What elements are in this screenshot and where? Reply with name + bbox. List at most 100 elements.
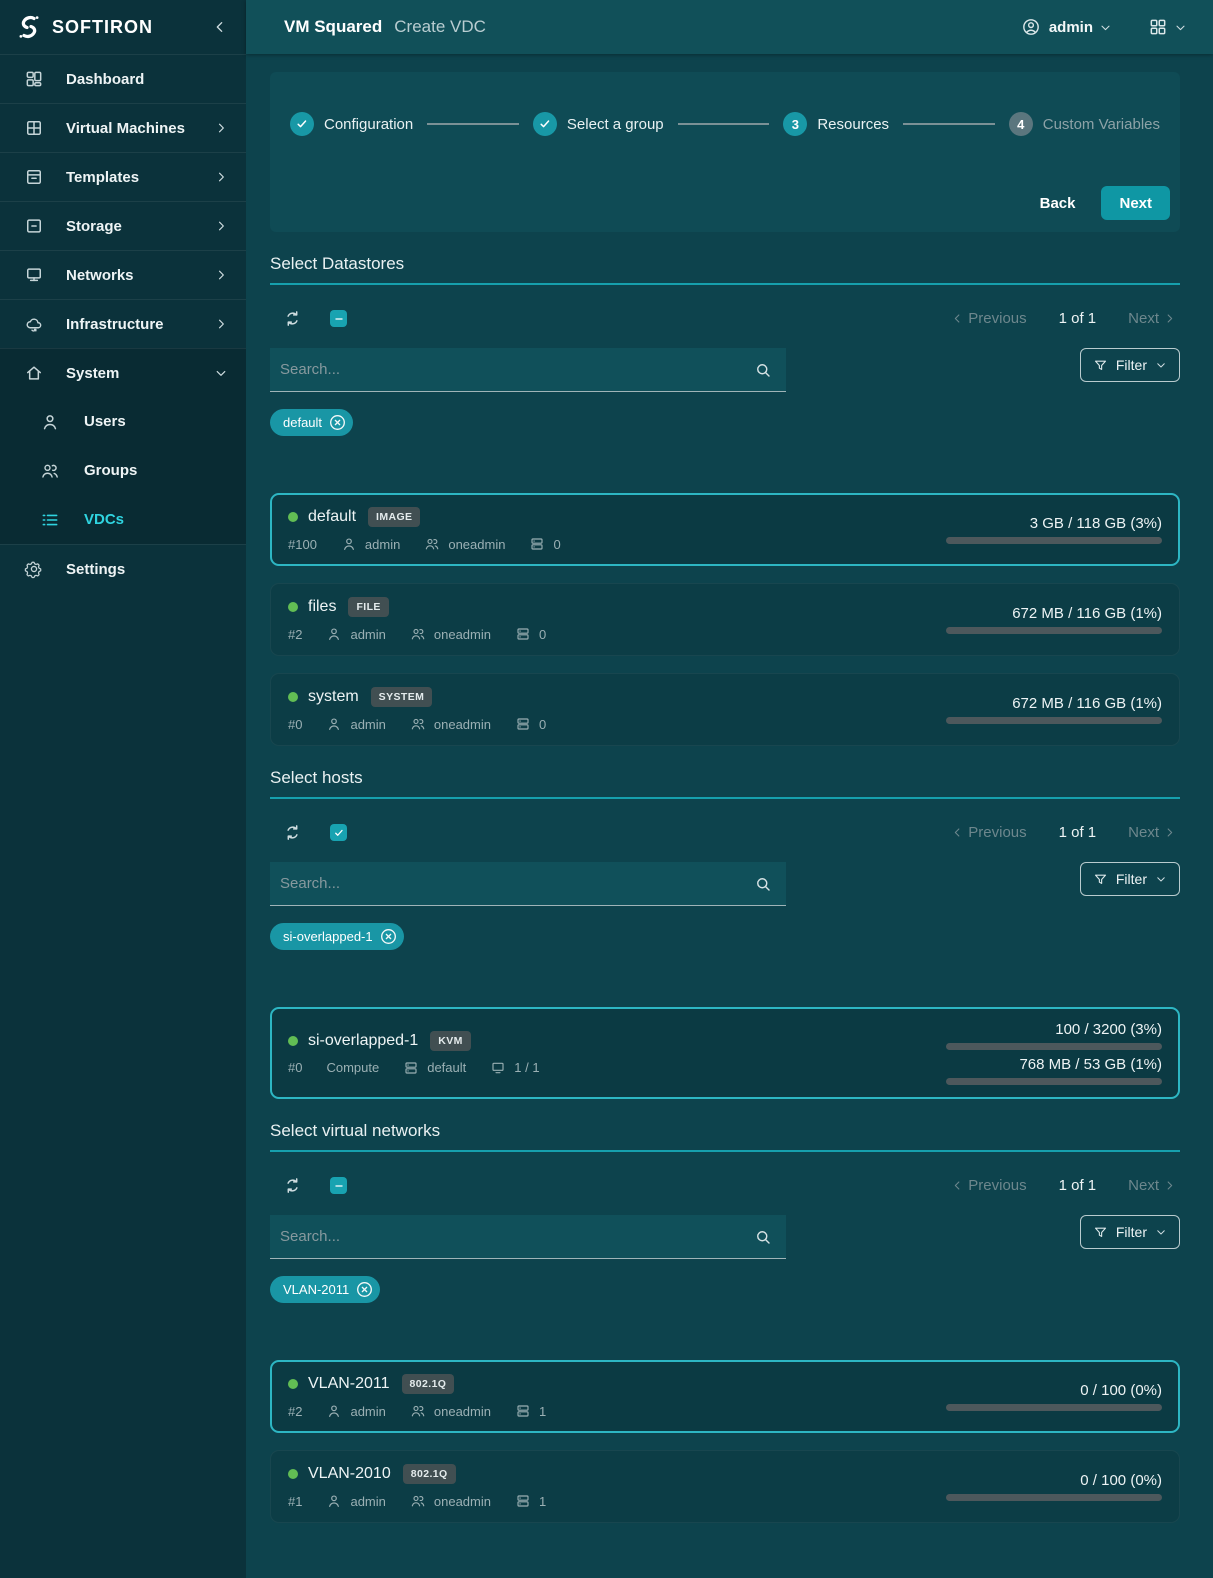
sidebar-item-infrastructure[interactable]: Infrastructure — [0, 299, 246, 348]
sidebar-system-group: System Users Groups VDCs — [0, 348, 246, 544]
page-indicator: 1 of 1 — [1059, 310, 1097, 327]
next-page-button[interactable]: Next — [1124, 1177, 1176, 1194]
step-label: Configuration — [324, 116, 413, 133]
server-icon — [529, 536, 545, 552]
sidebar-item-networks[interactable]: Networks — [0, 250, 246, 299]
owner-group: oneadmin — [448, 537, 505, 552]
previous-page-button[interactable]: Previous — [951, 824, 1030, 841]
select-all-checkbox[interactable] — [330, 1177, 347, 1194]
search-input[interactable] — [280, 361, 754, 378]
step-number: 3 — [783, 112, 807, 136]
refresh-icon[interactable] — [283, 1176, 302, 1195]
table-row[interactable]: VLAN-2011 802.1Q #2 admin oneadmin 1 — [270, 1360, 1180, 1433]
previous-page-button[interactable]: Previous — [951, 1177, 1030, 1194]
type-badge: SYSTEM — [371, 687, 433, 707]
close-icon[interactable] — [379, 927, 398, 946]
search-input[interactable] — [280, 1228, 754, 1245]
virtual-machines-icon — [24, 118, 44, 138]
user-icon — [326, 1403, 342, 1419]
search-icon[interactable] — [754, 875, 772, 893]
filter-button[interactable]: Filter — [1080, 348, 1180, 382]
table-row[interactable]: system SYSTEM #0 admin oneadmin 0 — [270, 673, 1180, 746]
sidebar-item-label: System — [66, 365, 119, 382]
chevron-down-icon — [1155, 359, 1167, 371]
sidebar-item-templates[interactable]: Templates — [0, 152, 246, 201]
section-title: Select hosts — [270, 768, 1180, 799]
sidebar-item-users[interactable]: Users — [0, 397, 246, 446]
table-row[interactable]: VLAN-2010 802.1Q #1 admin oneadmin 1 — [270, 1450, 1180, 1523]
owner-group: oneadmin — [434, 1494, 491, 1509]
memory-usage: 768 MB / 53 GB (1%) — [946, 1056, 1162, 1085]
search-icon[interactable] — [754, 361, 772, 379]
table-row[interactable]: si-overlapped-1 KVM #0 Compute default 1… — [270, 1007, 1180, 1099]
owner-group: oneadmin — [434, 717, 491, 732]
filter-chip[interactable]: VLAN-2011 — [270, 1276, 380, 1303]
resource-id: #2 — [288, 1404, 302, 1419]
refresh-icon[interactable] — [283, 823, 302, 842]
chevron-right-icon — [214, 121, 228, 135]
next-button[interactable]: Next — [1101, 186, 1170, 220]
step-done-icon — [290, 112, 314, 136]
section-hosts: Select hosts Previous 1 of 1 Next — [270, 768, 1180, 1099]
wizard-actions: Back Next — [1026, 186, 1170, 220]
search-input[interactable] — [280, 875, 754, 892]
step-configuration: Configuration — [290, 112, 413, 136]
sidebar-item-system[interactable]: System — [0, 348, 246, 397]
sidebar-item-dashboard[interactable]: Dashboard — [0, 54, 246, 103]
sidebar-item-virtual-machines[interactable]: Virtual Machines — [0, 103, 246, 152]
refresh-icon[interactable] — [283, 309, 302, 328]
datastore-name: system — [308, 688, 359, 706]
progress-bar — [946, 1494, 1162, 1501]
search-icon[interactable] — [754, 1228, 772, 1246]
sidebar-item-settings[interactable]: Settings — [0, 544, 246, 593]
filter-chip[interactable]: default — [270, 409, 353, 436]
apps-menu[interactable] — [1148, 17, 1187, 37]
step-connector — [427, 123, 519, 125]
user-menu[interactable]: admin — [1021, 17, 1112, 37]
next-page-button[interactable]: Next — [1124, 310, 1176, 327]
page-title: Create VDC — [394, 17, 486, 37]
chip-label: VLAN-2011 — [283, 1282, 349, 1297]
select-all-checkbox[interactable] — [330, 310, 347, 327]
datastores-chips: default — [270, 409, 1180, 436]
chevron-left-icon — [951, 1179, 964, 1192]
type-badge: FILE — [348, 597, 388, 617]
filter-chip[interactable]: si-overlapped-1 — [270, 923, 404, 950]
filter-button[interactable]: Filter — [1080, 862, 1180, 896]
next-page-button[interactable]: Next — [1124, 824, 1176, 841]
used-leases: 1 — [539, 1494, 546, 1509]
list-icon — [40, 510, 60, 530]
owner-group: oneadmin — [434, 627, 491, 642]
used-leases: 1 — [539, 1404, 546, 1419]
owner-user: admin — [350, 1404, 385, 1419]
owner-user: admin — [350, 1494, 385, 1509]
dashboard-icon — [24, 69, 44, 89]
sidebar-item-groups[interactable]: Groups — [0, 446, 246, 495]
sidebar-item-label: Settings — [66, 561, 125, 578]
table-row[interactable]: files FILE #2 admin oneadmin 0 — [270, 583, 1180, 656]
sidebar-item-vdcs[interactable]: VDCs — [0, 495, 246, 544]
select-all-checkbox[interactable] — [330, 824, 347, 841]
user-name: admin — [1049, 19, 1093, 36]
filter-button[interactable]: Filter — [1080, 1215, 1180, 1249]
step-connector — [678, 123, 770, 125]
hosts-toolbar: Previous 1 of 1 Next — [270, 823, 1180, 842]
close-icon[interactable] — [328, 413, 347, 432]
sidebar-item-label: Infrastructure — [66, 316, 164, 333]
sidebar-item-storage[interactable]: Storage — [0, 201, 246, 250]
back-button[interactable]: Back — [1026, 187, 1090, 220]
usage-text: 0 / 100 (0%) — [946, 1472, 1162, 1489]
datastore-name: default — [427, 1060, 466, 1075]
datastores-toolbar: Previous 1 of 1 Next — [270, 309, 1180, 328]
app-window: SOFTIRON Dashboard Virtual Machines Temp… — [0, 0, 1213, 1578]
main-area: VM Squared Create VDC admin — [246, 0, 1213, 1578]
table-row[interactable]: default IMAGE #100 admin oneadmin 0 — [270, 493, 1180, 566]
server-icon — [403, 1060, 419, 1076]
funnel-icon — [1093, 1225, 1108, 1240]
previous-page-button[interactable]: Previous — [951, 310, 1030, 327]
sidebar-collapse-icon[interactable] — [212, 19, 228, 35]
monitor-icon — [490, 1060, 506, 1076]
resource-id: #1 — [288, 1494, 302, 1509]
type-badge: 802.1Q — [402, 1374, 455, 1394]
close-icon[interactable] — [355, 1280, 374, 1299]
